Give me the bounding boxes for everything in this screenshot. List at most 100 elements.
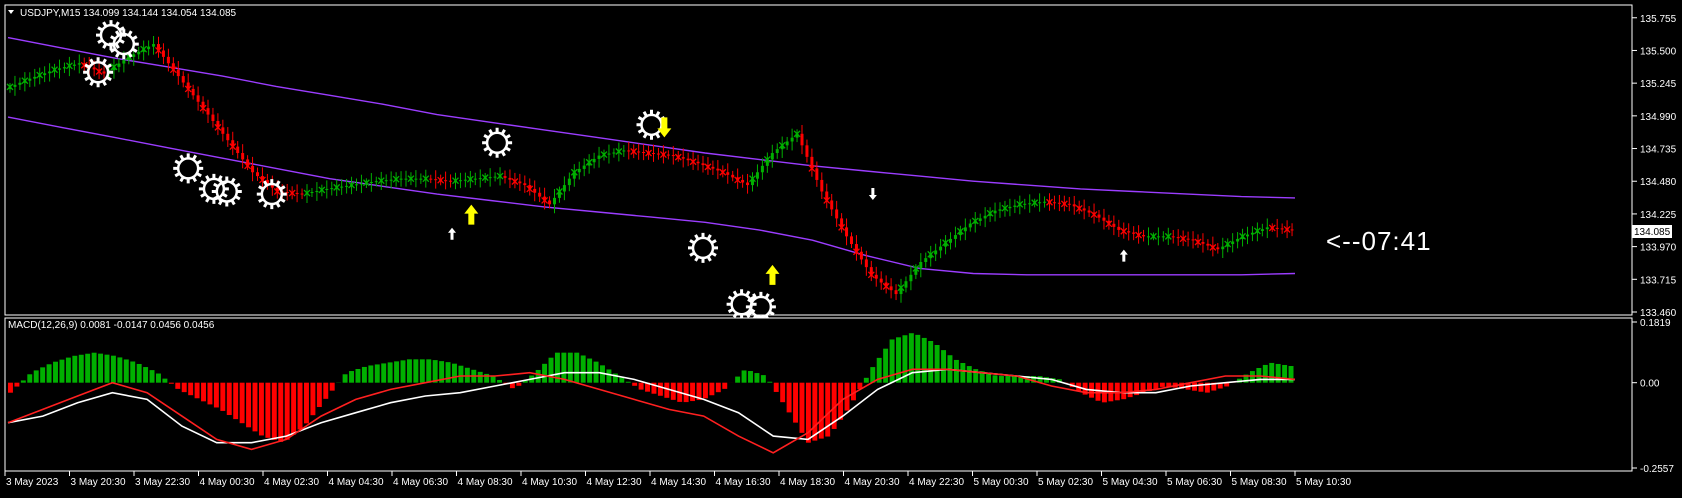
candle-body: [330, 188, 333, 189]
macd-bar: [298, 383, 303, 430]
candle-body: [1117, 227, 1120, 230]
candle-body: [637, 151, 640, 152]
candle-body: [1291, 229, 1294, 230]
candle-body: [880, 279, 883, 283]
chart-window[interactable]: 135.755135.500135.245134.990134.735134.4…: [0, 0, 1682, 493]
candle-body: [1083, 208, 1086, 210]
macd-bar: [137, 364, 142, 383]
macd-bar: [1121, 383, 1126, 399]
candle-body: [999, 209, 1002, 210]
price-panel[interactable]: 135.755135.500135.245134.990134.735134.4…: [5, 5, 1677, 322]
macd-bar: [259, 383, 264, 436]
current-price-label: 134.085: [1634, 227, 1671, 238]
time-tick-label: 4 May 08:30: [458, 477, 513, 488]
macd-bar: [330, 383, 335, 391]
macd-bar: [117, 357, 122, 382]
candle-body: [756, 172, 759, 178]
candle-body: [444, 180, 447, 181]
candle-body: [1038, 202, 1041, 203]
macd-bar: [928, 341, 933, 383]
candle-body: [58, 68, 61, 69]
candle-body: [994, 211, 997, 214]
macd-panel-title: MACD(12,26,9) 0.0081 -0.0147 0.0456 0.04…: [8, 320, 215, 331]
candle-body: [583, 166, 586, 169]
candle-body: [904, 281, 907, 287]
candle-body: [207, 108, 210, 114]
macd-bar: [169, 383, 174, 384]
candle-body: [578, 169, 581, 172]
candle-body: [984, 216, 987, 219]
macd-bar: [362, 367, 367, 383]
candle-body: [909, 275, 912, 281]
macd-bar: [34, 370, 39, 382]
time-axis: 3 May 20233 May 20:303 May 22:304 May 00…: [5, 471, 1351, 488]
time-tick-label: 5 May 00:30: [974, 477, 1029, 488]
macd-bar: [1153, 383, 1158, 389]
candle-body: [93, 67, 96, 69]
candle-body: [1281, 228, 1284, 229]
candle-body: [1266, 227, 1269, 229]
macd-axis: 0.18190.00-0.2557: [1632, 318, 1674, 475]
candle-body: [73, 65, 76, 66]
price-tick-label: 134.480: [1640, 177, 1677, 188]
macd-bar: [735, 377, 740, 383]
candle-body: [1112, 224, 1115, 227]
macd-bar: [246, 383, 251, 428]
macd-tick-label: -0.2557: [1640, 464, 1674, 475]
macd-bar: [864, 378, 869, 383]
candle-body: [845, 227, 848, 236]
macd-bar: [355, 369, 360, 383]
candle-body: [964, 227, 967, 231]
macd-bar: [278, 383, 283, 442]
candle-body: [1157, 236, 1160, 237]
macd-bar: [619, 378, 624, 383]
candle-body: [122, 60, 125, 63]
macd-bar: [381, 363, 386, 382]
macd-bar: [742, 370, 747, 382]
candle-body: [830, 200, 833, 209]
macd-bar: [639, 383, 644, 390]
candle-body: [801, 134, 804, 146]
candle-body: [518, 181, 521, 183]
macd-bar: [536, 370, 541, 383]
candle-body: [607, 154, 610, 155]
macd-bar: [162, 379, 167, 383]
macd-bar: [941, 350, 946, 383]
candle-body: [593, 159, 596, 162]
candle-body: [508, 178, 511, 180]
macd-bar: [774, 383, 779, 392]
candle-body: [1008, 207, 1011, 208]
candle-body: [1261, 229, 1264, 231]
candle-body: [1088, 210, 1091, 212]
candle-body: [400, 179, 403, 180]
macd-tick-label: 0.1819: [1640, 318, 1671, 329]
candle-body: [1043, 202, 1046, 203]
candle-body: [1216, 247, 1219, 249]
candle-body: [538, 193, 541, 197]
macd-bar: [182, 383, 187, 392]
macd-bar: [401, 360, 406, 382]
macd-bar: [664, 383, 669, 398]
candle-body: [627, 150, 630, 151]
macd-bar: [825, 383, 830, 437]
macd-bar: [105, 355, 110, 383]
price-tick-label: 135.500: [1640, 46, 1677, 57]
macd-panel[interactable]: 0.18190.00-0.2557 MACD(12,26,9) 0.0081 -…: [5, 318, 1674, 475]
chart-canvas[interactable]: 135.755135.500135.245134.990134.735134.4…: [0, 0, 1682, 493]
macd-bar: [1012, 376, 1017, 383]
candle-body: [1023, 204, 1026, 205]
candle-body: [360, 184, 363, 185]
candle-body: [890, 286, 893, 290]
price-tick-label: 133.715: [1640, 275, 1677, 286]
candle-body: [340, 187, 343, 188]
macd-bar: [111, 356, 116, 383]
candle-body: [1162, 236, 1165, 237]
macd-bar: [317, 383, 322, 407]
time-tick-label: 4 May 18:30: [780, 477, 835, 488]
candle-body: [716, 169, 719, 171]
candle-body: [1058, 203, 1061, 204]
macd-bar: [986, 373, 991, 382]
macd-bar: [658, 383, 663, 396]
candle-body: [48, 71, 51, 73]
candle-body: [667, 155, 670, 156]
